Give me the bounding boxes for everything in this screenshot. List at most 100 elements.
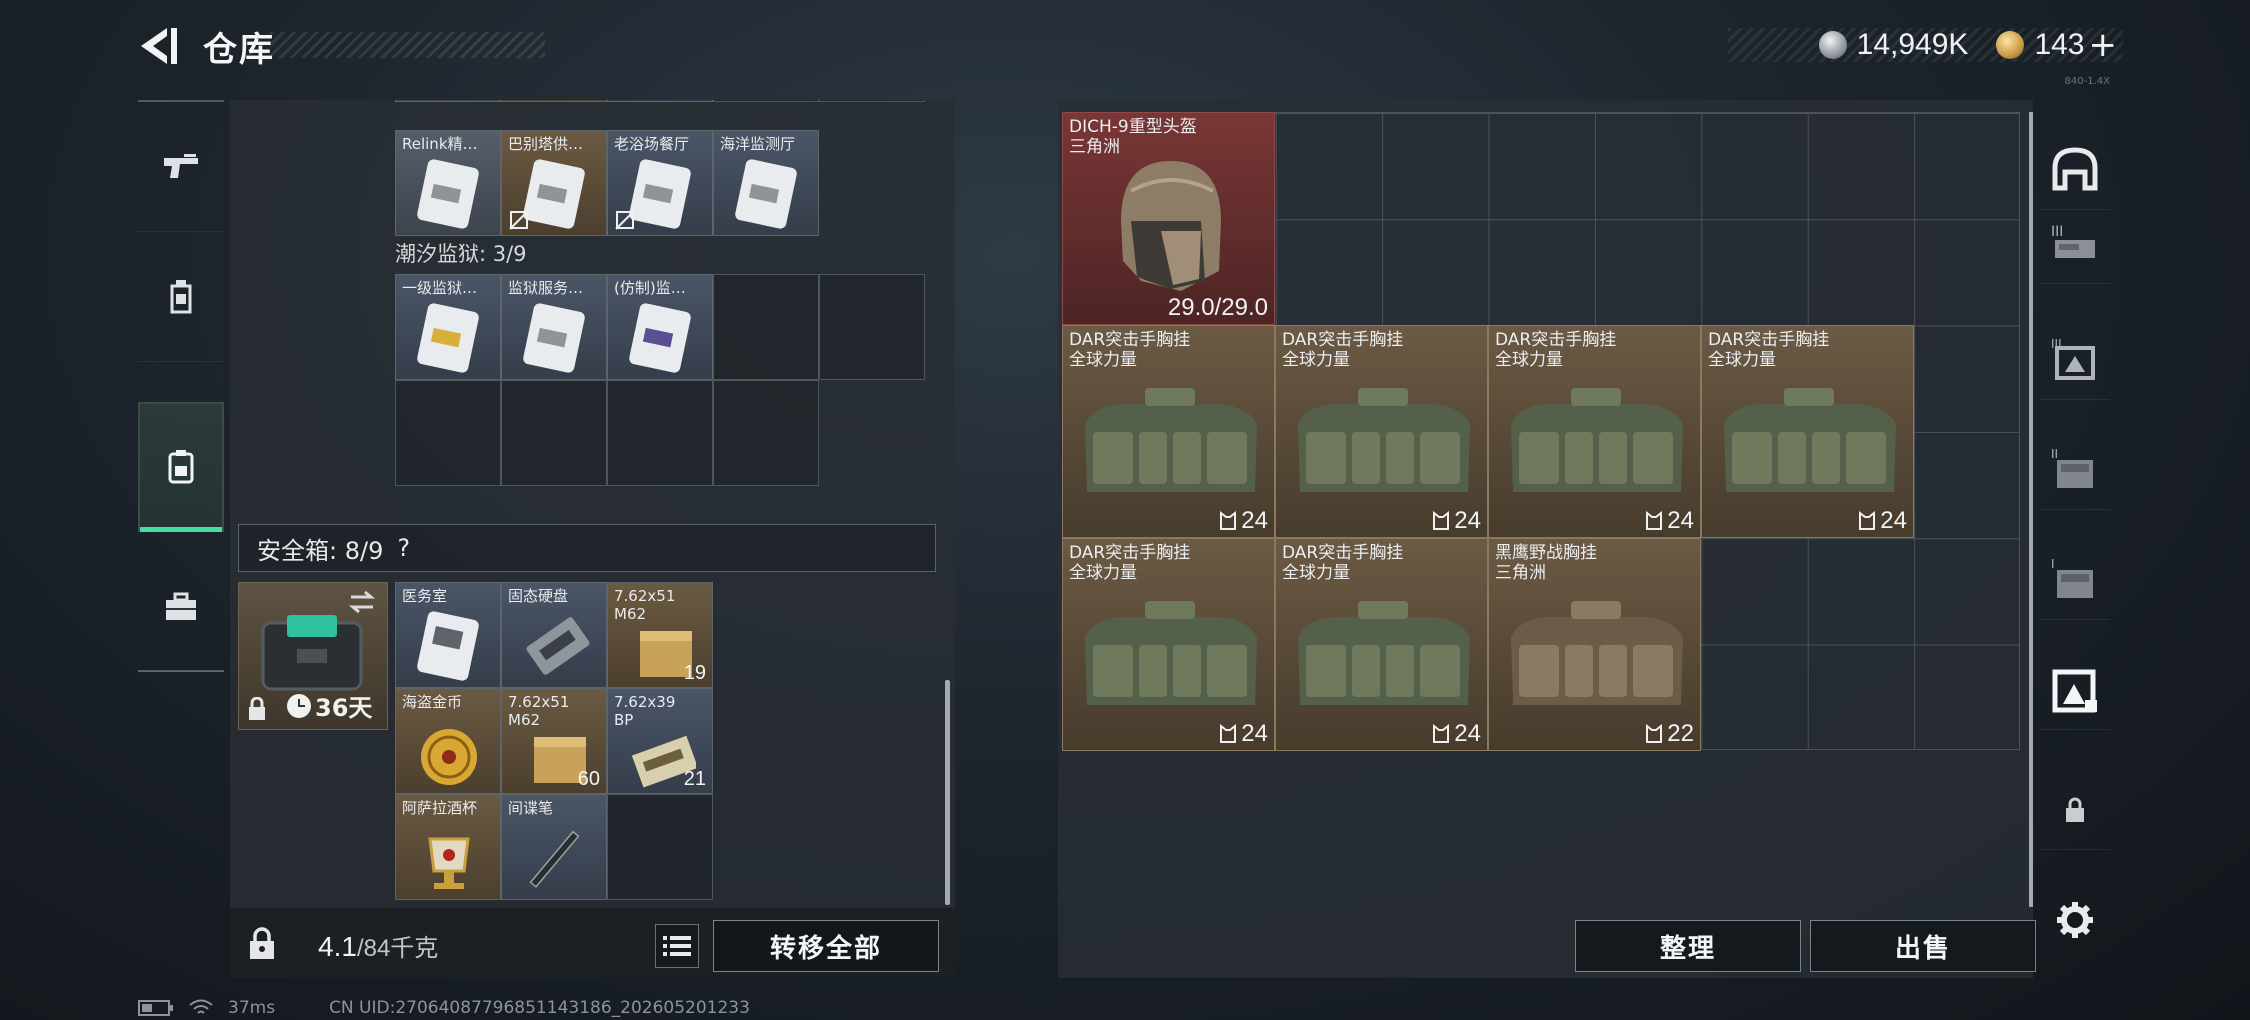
goblet-icon [428, 837, 470, 889]
ssd-icon [526, 617, 590, 675]
right-stash-nav: III III II I [2040, 130, 2110, 950]
empty-slot[interactable] [395, 380, 501, 486]
key-grid: Relink精… 巴别塔供… 老浴场餐厅 海洋监测厅 [395, 130, 819, 236]
armor-durability-icon [1646, 724, 1663, 743]
chest-rig-icon [1298, 601, 1470, 705]
safe-item-goblet[interactable]: 阿萨拉酒杯 [395, 794, 501, 900]
backpack-icon [170, 279, 192, 313]
empty-slot[interactable] [501, 380, 607, 486]
stash-item-chest-rig[interactable]: DAR突击手胸挂 全球力量 24 [1062, 538, 1275, 751]
add-currency-button[interactable]: + [2089, 25, 2118, 65]
sell-button[interactable]: 出售 [1810, 920, 2036, 972]
prison-key-grid: 一级监狱… 监狱服务… (仿制)监… [395, 274, 925, 486]
durability: 24 [1219, 507, 1268, 535]
keycard-item[interactable]: (仿制)监… [607, 274, 713, 380]
safe-box-header: 安全箱: 8/9 ? [238, 524, 936, 572]
settings-button[interactable] [2040, 880, 2110, 960]
keycard-icon [523, 303, 585, 373]
durability: 24 [1858, 507, 1907, 535]
stash-tab-home[interactable] [2040, 130, 2110, 210]
no-trade-icon [509, 210, 529, 230]
swap-icon[interactable] [347, 589, 377, 615]
weight-max: /84千克 [356, 935, 439, 962]
keycard-holder-icon [168, 450, 194, 484]
empty-slot[interactable] [819, 100, 925, 102]
stash-item-chest-rig[interactable]: DAR突击手胸挂 全球力量 24 [1275, 325, 1488, 538]
stash-scrollbar[interactable] [2029, 112, 2033, 907]
wifi-icon [189, 999, 213, 1014]
stash-page-icon: III [2051, 224, 2095, 258]
keycard-item[interactable]: 海洋监测厅 [713, 130, 819, 236]
scrolled-item[interactable] [607, 100, 713, 102]
safe-item-medical-keycard[interactable]: 医务室 [395, 582, 501, 688]
svg-text:III: III [2051, 224, 2063, 240]
keycard-item[interactable]: 巴别塔供… [501, 130, 607, 236]
left-scrollbar[interactable] [945, 680, 950, 905]
nav-weapons[interactable] [138, 102, 224, 232]
weight-lock-button[interactable] [230, 916, 294, 972]
stash-page-icon: I [2051, 557, 2093, 598]
keycard-item[interactable]: 监狱服务… [501, 274, 607, 380]
silver-amount: 14,949K [1856, 28, 1969, 61]
armor-durability-icon [1646, 511, 1663, 530]
safe-item-ammo[interactable]: 7.62x51 M62 60 [501, 688, 607, 794]
prison-section-label: 潮汐监狱: 3/9 [395, 242, 527, 266]
chest-rig-icon [1298, 388, 1470, 492]
weight-display: 4.1/84千克 [318, 928, 438, 963]
list-view-button[interactable] [655, 924, 699, 968]
keycard-icon [523, 159, 585, 229]
armor-durability-icon [1433, 724, 1450, 743]
empty-slot[interactable] [713, 100, 819, 102]
safe-item-spy-pen[interactable]: 间谍笔 [501, 794, 607, 900]
keycard-item[interactable]: 一级监狱… [395, 274, 501, 380]
stash-item-chest-rig[interactable]: DAR突击手胸挂 全球力量 24 [1488, 325, 1701, 538]
stash-tab-1[interactable]: III [2040, 204, 2110, 284]
nav-armor[interactable] [138, 232, 224, 362]
transfer-all-button[interactable]: 转移全部 [713, 920, 939, 972]
stash-tab-locked[interactable] [2040, 770, 2110, 850]
scrolled-item[interactable] [501, 100, 607, 102]
stash-tab-3[interactable]: II [2040, 430, 2110, 510]
empty-slot[interactable] [607, 794, 713, 900]
stash-tab-5-active[interactable] [2040, 650, 2110, 730]
empty-slot[interactable] [819, 274, 925, 380]
organize-button[interactable]: 整理 [1575, 920, 1801, 972]
keycard-item[interactable]: Relink精… [395, 130, 501, 236]
scrolled-item[interactable] [395, 100, 501, 102]
nav-keys[interactable] [138, 402, 224, 532]
stash-page-icon: II [2051, 447, 2093, 488]
empty-slot[interactable] [607, 380, 713, 486]
safe-item-ammo[interactable]: 7.62x39 BP 21 [607, 688, 713, 794]
stash-item-chest-rig[interactable]: 黑鹰野战胸挂 三角洲 22 [1488, 538, 1701, 751]
help-button[interactable]: ? [397, 534, 410, 562]
back-arrow-icon[interactable] [135, 24, 181, 68]
keycard-icon [629, 303, 691, 373]
durability: 24 [1645, 507, 1694, 535]
svg-text:I: I [2051, 557, 2055, 571]
safe-box-label: 安全箱: 8/9 [257, 536, 384, 565]
safe-item-pirate-coin[interactable]: 海盗金币 [395, 688, 501, 794]
keycard-icon [417, 611, 479, 681]
durability: 24 [1432, 720, 1481, 748]
safe-item-ssd[interactable]: 固态硬盘 [501, 582, 607, 688]
stash-tab-2[interactable]: III [2040, 320, 2110, 400]
empty-slot[interactable] [713, 274, 819, 380]
keycard-icon [735, 159, 797, 229]
safe-item-ammo[interactable]: 7.62x51 M62 19 [607, 582, 713, 688]
armor-durability-icon [1859, 511, 1876, 530]
nav-containers[interactable] [138, 542, 224, 672]
keycard-item[interactable]: 老浴场餐厅 [607, 130, 713, 236]
durability: 24 [1219, 720, 1268, 748]
stash-tab-4[interactable]: I [2040, 540, 2110, 620]
stash-item-chest-rig[interactable]: DAR突击手胸挂 全球力量 24 [1275, 538, 1488, 751]
stash-item-chest-rig[interactable]: DAR突击手胸挂 全球力量 24 [1701, 325, 1914, 538]
svg-text:II: II [2051, 447, 2058, 461]
stash-item-helmet[interactable]: DICH-9重型头盔 三角洲 29.0/29.0 [1062, 112, 1275, 325]
keycard-icon [417, 303, 479, 373]
keycard-icon [417, 159, 479, 229]
stash-item-chest-rig[interactable]: DAR突击手胸挂 全球力量 24 [1062, 325, 1275, 538]
weight-current: 4.1 [318, 931, 357, 962]
armor-durability-icon [1220, 511, 1237, 530]
empty-slot[interactable] [713, 380, 819, 486]
safe-case[interactable]: 36天 [238, 582, 388, 730]
